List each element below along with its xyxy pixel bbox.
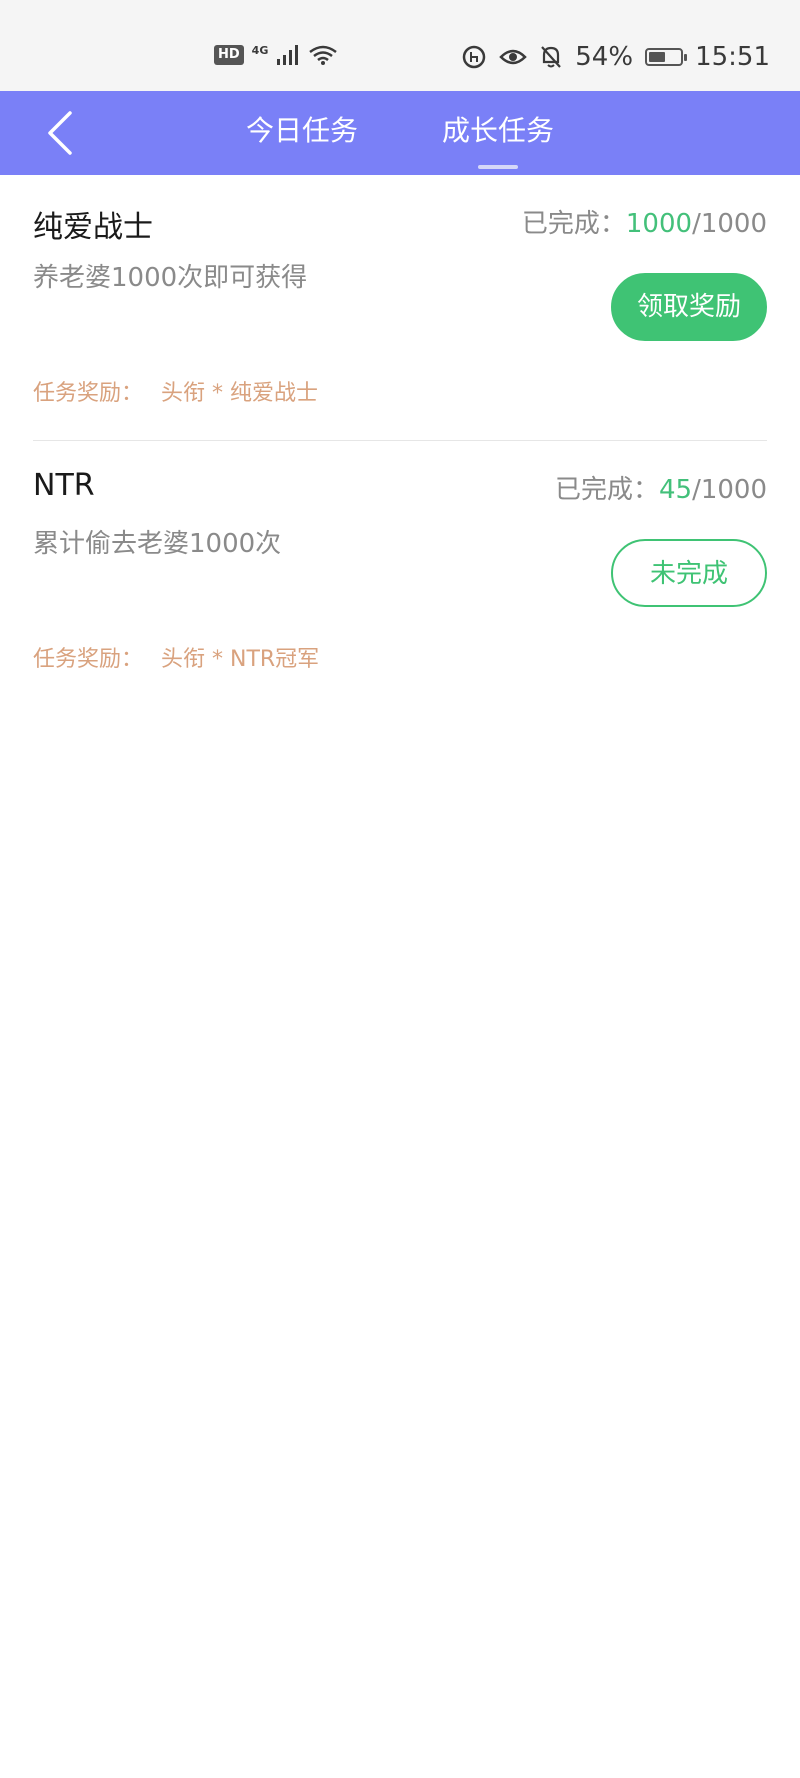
task-progress: 已完成：1000/1000 [522,203,767,240]
reward-label: 任务奖励： [33,381,144,406]
chevron-left-icon [48,111,72,155]
battery-fill [649,52,666,62]
progress-label: 已完成： [554,475,659,505]
back-button[interactable] [40,107,90,159]
status-bar-left: HD 4G [214,44,338,66]
tab-growth-tasks[interactable]: 成长任务 [418,91,578,175]
wifi-icon [309,45,338,65]
task-progress: 已完成：45/1000 [555,469,767,506]
reward-value: 头衔 * 纯爱战士 [161,381,319,406]
status-time: 15:51 [695,42,770,72]
task-title: NTR [33,468,95,503]
network-type: 4G [251,43,269,57]
bell-off-icon [541,46,562,68]
task-item-ntr: NTR 累计偷去老婆1000次 已完成：45/1000 未完成 任务奖励： 头衔 … [33,441,767,706]
status-bar: HD 4G 54% 15:51 [0,0,800,91]
reward-value: 头衔 * NTR冠军 [161,647,320,672]
task-reward: 任务奖励： 头衔 * NTR冠军 [33,641,319,673]
status-bar-right: 54% 15:51 [461,42,770,72]
reward-label: 任务奖励： [33,647,144,672]
task-title: 纯爱战士 [33,210,153,245]
signal-icon [277,45,299,65]
progress-total: /1000 [692,475,767,505]
progress-label: 已完成： [521,209,626,239]
task-list: 纯爱战士 养老婆1000次即可获得 已完成：1000/1000 领取奖励 任务奖… [33,175,767,706]
tab-today-tasks[interactable]: 今日任务 [222,91,382,175]
task-item-pure-love: 纯爱战士 养老婆1000次即可获得 已完成：1000/1000 领取奖励 任务奖… [33,175,767,441]
task-description: 累计偷去老婆1000次 [33,529,282,559]
header-bar: 今日任务 成长任务 [0,91,800,175]
task-reward: 任务奖励： 头衔 * 纯爱战士 [33,375,318,407]
hd-badge: HD [214,45,244,65]
eye-comfort-icon [499,49,528,65]
claim-reward-button[interactable]: 领取奖励 [611,273,767,341]
data-saver-icon [463,45,486,69]
incomplete-status-button[interactable]: 未完成 [611,539,767,607]
progress-total: /1000 [692,209,767,239]
task-description: 养老婆1000次即可获得 [33,263,308,293]
progress-done: 1000 [625,209,693,239]
active-tab-indicator [478,165,518,169]
battery-icon [645,48,688,66]
battery-percentage: 54% [575,42,634,72]
progress-done: 45 [658,475,693,505]
